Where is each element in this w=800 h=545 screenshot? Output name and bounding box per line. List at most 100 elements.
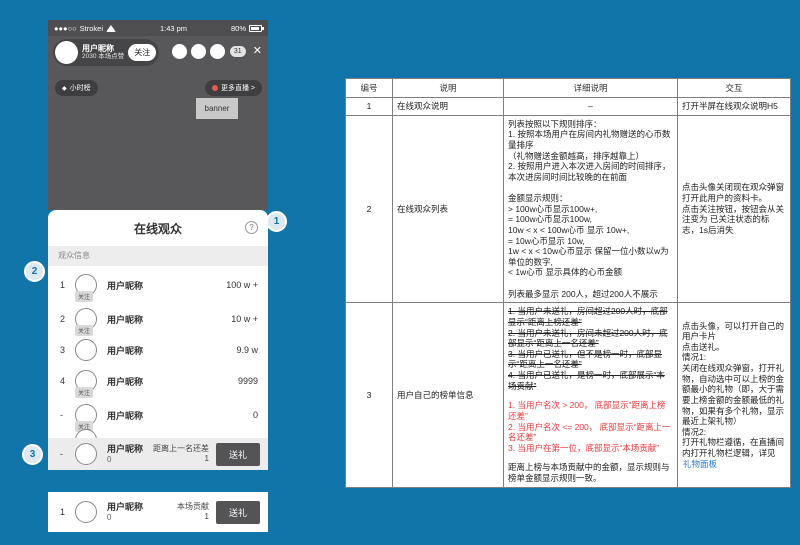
- viewer-row[interactable]: 2 关注 用户昵称 10 w +: [48, 302, 268, 336]
- follow-button[interactable]: 关注: [128, 44, 157, 61]
- coin-amount: 9999: [237, 376, 258, 386]
- table-row: 2 在线观众列表 列表按照以下规则排序： 1. 按照本场用户在房间内礼物赠送的心…: [345, 114, 791, 304]
- section-header: 观众信息: [48, 246, 268, 266]
- viewer-list: 1 关注 用户昵称 100 w + 2 关注 用户昵称 10 w + 3 用户昵…: [48, 266, 268, 438]
- live-dot-icon: [211, 85, 218, 91]
- annotation-badge-1: 1: [266, 211, 287, 232]
- interaction-cell: 打开半屏在线观众说明H5: [677, 97, 791, 116]
- self-rank-bar: - 用户昵称 0 距离上一名还差 1 送礼: [48, 438, 268, 470]
- viewer-name: 用户昵称: [107, 443, 144, 454]
- spec-table: 编号 说明 详细说明 交互 1 在线观众说明 – 打开半屏在线观众说明H5 2 …: [345, 78, 791, 488]
- avatar[interactable]: 关注: [75, 308, 99, 336]
- streamer-info-pill[interactable]: 用户昵称 2030 本场点赞 关注: [53, 39, 160, 66]
- avatar[interactable]: 关注: [75, 404, 99, 432]
- viewer-count-badge[interactable]: 31: [228, 45, 247, 58]
- avatar[interactable]: 关注: [75, 274, 99, 302]
- col-header-detail: 详细说明: [503, 78, 678, 98]
- rank-label: 3: [60, 345, 66, 355]
- contribution-bar: 1 用户昵称 0 本场贡献 1 送礼: [48, 492, 268, 532]
- online-viewers-panel: 在线观众 ? 观众信息 1 关注 用户昵称 100 w + 2 关注 用户昵称 …: [48, 210, 268, 470]
- interaction-cell: 点击头像关闭现在观众弹窗打开此用户的资料卡。 点击关注按钮，按钮会从关注变为 已…: [677, 114, 791, 304]
- wifi-icon: [106, 24, 116, 32]
- annotation-badge-3: 3: [22, 444, 43, 465]
- gap-label: 距离上一名还差: [152, 444, 209, 453]
- viewer-row[interactable]: 4 关注 用户昵称 9999: [48, 364, 268, 398]
- battery-percent-label: 80%: [230, 23, 246, 33]
- viewer-name: 用户昵称: [107, 280, 144, 291]
- streamer-name: 用户昵称: [82, 44, 114, 54]
- viewer-avatar[interactable]: [171, 44, 187, 59]
- likes-count: 2030 本场点赞: [82, 53, 125, 61]
- follow-badge[interactable]: 关注: [75, 325, 94, 336]
- gap-value: 1: [204, 454, 209, 463]
- avatar[interactable]: [75, 501, 99, 523]
- viewer-avatar[interactable]: [209, 44, 225, 59]
- rank-label: 2: [60, 314, 66, 324]
- viewer-row[interactable]: 1 关注 用户昵称 100 w +: [48, 268, 268, 302]
- detail-cell: 列表按照以下规则排序： 1. 按照本场用户在房间内礼物赠送的心币数量排序 （礼物…: [503, 114, 678, 304]
- hour-rank-label: 小时榜: [69, 85, 91, 92]
- live-video-area: 用户昵称 2030 本场点赞 关注 31 ✕ ◆ 小时榜 更多直播 > bann…: [48, 36, 268, 210]
- coin-amount: 9.9 w: [236, 345, 258, 355]
- detail-cell: –: [503, 97, 678, 116]
- close-icon[interactable]: ✕: [253, 46, 262, 57]
- interaction-cell: 点击头像，可以打开自己的用户卡片 点击送礼。 情况1: 关闭在线观众弹窗，打开礼…: [677, 302, 791, 488]
- table-row: 3 用户自己的榜单信息 1. 当用户未送礼，房间超过200人时，底部显示“距离上…: [345, 302, 791, 488]
- banner-button[interactable]: banner: [196, 98, 238, 119]
- send-gift-button[interactable]: 送礼: [215, 442, 260, 466]
- col-header-interaction: 交互: [677, 78, 791, 98]
- viewer-avatar[interactable]: [190, 44, 206, 59]
- viewer-row[interactable]: 3 用户昵称 9.9 w: [48, 336, 268, 364]
- annotation-badge-2: 2: [24, 261, 45, 282]
- row-name: 在线观众说明: [392, 97, 504, 116]
- coin-amount: 0: [107, 454, 112, 464]
- viewer-name: 用户昵称: [107, 376, 144, 387]
- panel-title: 在线观众: [133, 221, 182, 236]
- follow-badge[interactable]: 关注: [75, 291, 94, 302]
- more-live-pill[interactable]: 更多直播 >: [204, 80, 262, 96]
- rank-diamond-icon: ◆: [62, 85, 67, 92]
- battery-icon: [249, 24, 264, 32]
- deprecated-rules-text: 1. 当用户未送礼，房间超过200人时，底部显示“距离上榜还差” 2. 当用户未…: [508, 306, 668, 391]
- gift-panel-link[interactable]: 礼物面板: [683, 459, 717, 469]
- phone-mockup: ●●●○○ Strokei 1:43 pm 80% 用户昵称 2030 本场点赞…: [48, 20, 268, 470]
- row-id: 3: [345, 302, 393, 488]
- avatar[interactable]: [75, 339, 99, 361]
- contribution-value: 1: [204, 512, 209, 521]
- interaction-text: 点击头像，可以打开自己的用户卡片 点击送礼。 情况1: 关闭在线观众弹窗，打开礼…: [682, 320, 785, 459]
- follow-badge[interactable]: 关注: [75, 387, 94, 398]
- current-rules-text: 1. 当用户名次 > 200， 底部显示“距离上榜还差” 2. 当用户名次 <=…: [508, 400, 671, 453]
- viewer-name: 用户昵称: [107, 501, 144, 512]
- hour-rank-pill[interactable]: ◆ 小时榜: [55, 80, 98, 96]
- avatar[interactable]: [75, 443, 99, 465]
- avatar[interactable]: 关注: [75, 370, 99, 398]
- carrier-label: Strokei: [79, 23, 103, 33]
- send-gift-button[interactable]: 送礼: [215, 500, 260, 524]
- help-icon[interactable]: ?: [245, 221, 258, 234]
- more-live-label: 更多直播 >: [220, 85, 255, 92]
- rank-label: 4: [60, 376, 66, 386]
- status-bar: ●●●○○ Strokei 1:43 pm 80%: [48, 20, 268, 36]
- rank-label: -: [60, 410, 63, 420]
- viewer-name: 用户昵称: [107, 345, 144, 356]
- row-id: 2: [345, 114, 393, 304]
- coin-amount: 0: [107, 512, 112, 522]
- rank-label: 1: [60, 507, 66, 517]
- detail-cell: 1. 当用户未送礼，房间超过200人时，底部显示“距离上榜还差” 2. 当用户未…: [503, 302, 678, 488]
- rank-label: -: [60, 449, 63, 459]
- table-row: 1 在线观众说明 – 打开半屏在线观众说明H5: [345, 97, 791, 116]
- streamer-avatar[interactable]: [55, 41, 78, 64]
- table-header-row: 编号 说明 详细说明 交互: [345, 78, 791, 98]
- viewer-row[interactable]: - 关注 用户昵称 0: [48, 398, 268, 432]
- signal-dots-icon: ●●●○○: [54, 23, 77, 33]
- coin-amount: 100 w +: [226, 280, 258, 290]
- coin-amount: 10 w +: [231, 314, 258, 324]
- viewer-name: 用户昵称: [107, 314, 144, 325]
- rank-label: 1: [60, 280, 66, 290]
- coin-amount: 0: [252, 410, 258, 420]
- viewer-name: 用户昵称: [107, 410, 144, 421]
- clock-label: 1:43 pm: [159, 23, 188, 33]
- row-id: 1: [345, 97, 393, 116]
- row-name: 用户自己的榜单信息: [392, 302, 504, 488]
- row-name: 在线观众列表: [392, 114, 504, 304]
